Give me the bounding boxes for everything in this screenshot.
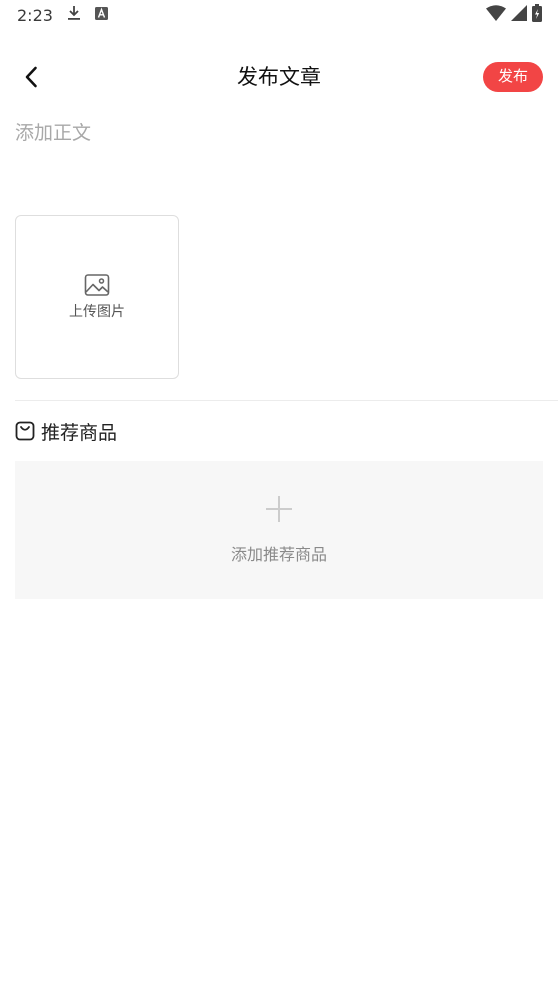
signal-icon bbox=[511, 5, 527, 25]
section-divider bbox=[15, 400, 558, 401]
wifi-icon bbox=[486, 5, 506, 25]
add-recommended-product-button[interactable]: 添加推荐商品 bbox=[15, 461, 543, 599]
image-icon bbox=[84, 274, 110, 296]
status-time: 2:23 bbox=[17, 5, 53, 25]
shopping-bag-icon bbox=[15, 421, 35, 441]
upload-image-button[interactable]: 上传图片 bbox=[15, 215, 179, 379]
status-bar: 2:23 bbox=[0, 0, 558, 30]
body-text-input[interactable] bbox=[15, 118, 543, 198]
battery-icon bbox=[532, 4, 542, 26]
upload-image-label: 上传图片 bbox=[69, 304, 125, 320]
status-right bbox=[486, 4, 542, 26]
recommend-section-title: 推荐商品 bbox=[41, 421, 118, 444]
download-icon bbox=[67, 5, 81, 25]
recommend-section-header: 推荐商品 bbox=[15, 418, 117, 444]
add-product-label: 添加推荐商品 bbox=[230, 545, 327, 564]
status-left: 2:23 bbox=[17, 5, 108, 25]
publish-article-screen: 2:23 发布文章 发布 添加正文 上传图片 推荐商品 添加推荐商品 bbox=[0, 0, 558, 992]
page-title: 发布文章 bbox=[237, 65, 321, 89]
header-bar: 发布文章 发布 bbox=[0, 52, 558, 102]
font-a-icon bbox=[94, 6, 108, 24]
plus-icon bbox=[266, 496, 292, 522]
publish-button[interactable]: 发布 bbox=[483, 62, 543, 92]
